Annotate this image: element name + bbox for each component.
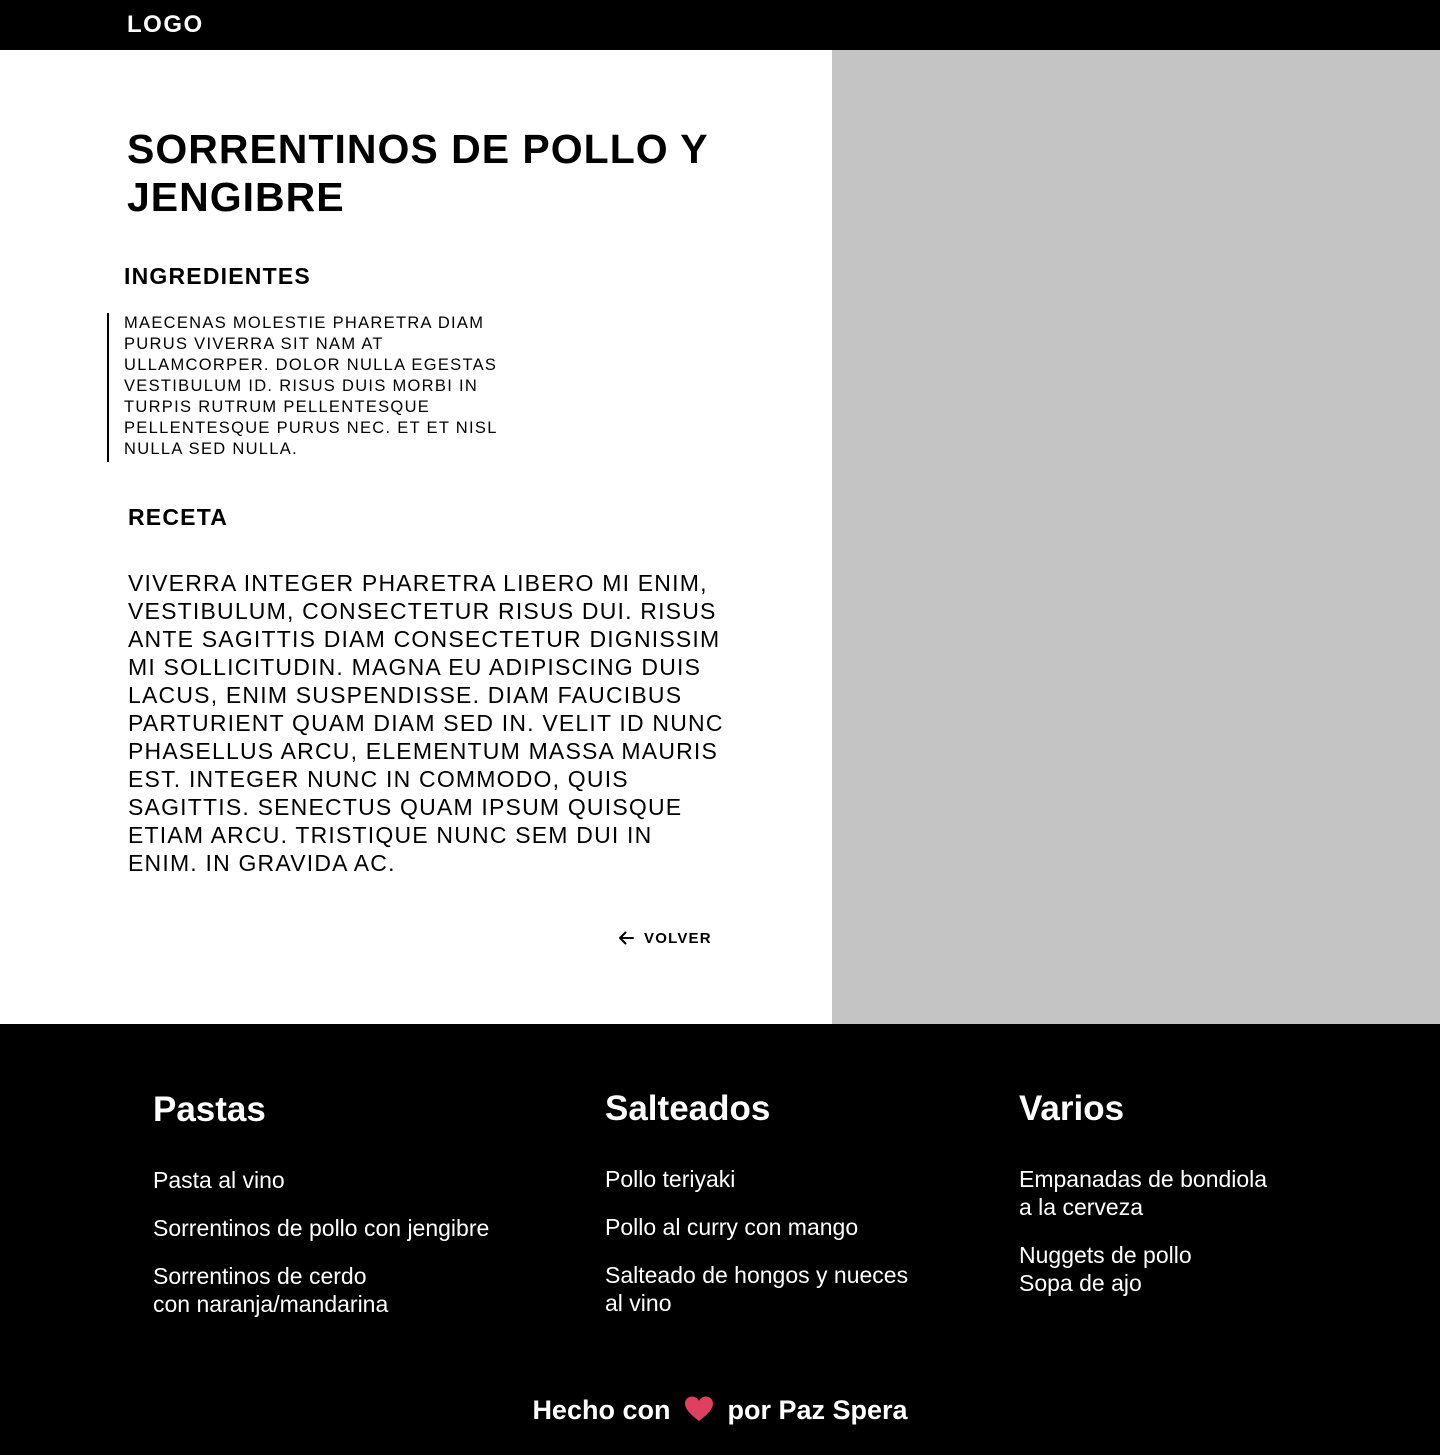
heart-icon (684, 1395, 714, 1423)
footer: Pastas Pasta al vino Sorrentinos de poll… (0, 1024, 1440, 1455)
footer-link[interactable]: Empanadas de bondiola a la cerveza (1019, 1165, 1339, 1221)
footer-list-salteados: Pollo teriyaki Pollo al curry con mango … (605, 1165, 985, 1337)
recipe-main: SORRENTINOS DE POLLO Y JENGIBRE INGREDIE… (0, 50, 1440, 1024)
credit-suffix: por Paz Spera (727, 1395, 908, 1425)
recipe-image-placeholder (832, 50, 1440, 1024)
top-bar: LOGO (0, 0, 1440, 50)
footer-list-varios: Empanadas de bondiola a la cerveza Nugge… (1019, 1165, 1339, 1317)
ingredients-block: Maecenas molestie pharetra diam purus vi… (107, 313, 527, 462)
credit-prefix: Hecho con (532, 1395, 671, 1425)
back-button[interactable]: VOLVER (616, 926, 712, 950)
footer-link[interactable]: Pasta al vino (153, 1166, 573, 1194)
ingredients-heading: INGREDIENTES (124, 263, 311, 289)
footer-link[interactable]: Nuggets de pollo Sopa de ajo (1019, 1241, 1339, 1297)
footer-credit: Hecho con por Paz Spera (0, 1394, 1440, 1426)
footer-title-pastas: Pastas (153, 1090, 266, 1129)
footer-link[interactable]: Pollo al curry con mango (605, 1213, 985, 1241)
footer-link[interactable]: Salteado de hongos y nueces al vino (605, 1261, 985, 1317)
back-label: VOLVER (644, 929, 712, 947)
footer-link[interactable]: Sorrentinos de pollo con jengibre (153, 1214, 573, 1242)
recipe-text: Viverra integer pharetra libero mi enim,… (128, 570, 724, 876)
footer-title-salteados: Salteados (605, 1089, 771, 1128)
recipe-title: SORRENTINOS DE POLLO Y JENGIBRE (127, 126, 708, 220)
logo[interactable]: LOGO (127, 11, 204, 39)
footer-title-varios: Varios (1019, 1089, 1125, 1128)
footer-list-pastas: Pasta al vino Sorrentinos de pollo con j… (153, 1166, 573, 1338)
ingredients-text: Maecenas molestie pharetra diam purus vi… (124, 314, 498, 458)
footer-link[interactable]: Pollo teriyaki (605, 1165, 985, 1193)
arrow-left-icon (616, 928, 636, 948)
recipe-heading: RECETA (128, 504, 229, 530)
footer-link[interactable]: Sorrentinos de cerdo con naranja/mandari… (153, 1262, 573, 1318)
